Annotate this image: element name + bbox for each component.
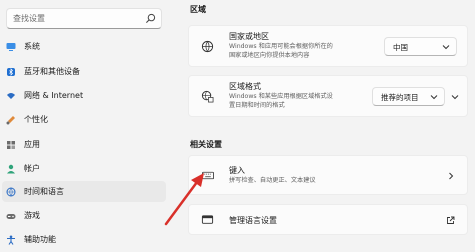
sidebar-item-personalization[interactable]: 个性化 (2, 109, 166, 130)
chevron-down-icon (430, 95, 438, 100)
country-region-value: 中国 (393, 43, 408, 52)
sidebar-item-accounts[interactable]: 帐户 (2, 158, 166, 179)
typing-card[interactable]: 键入 拼写检查、自动更正、文本建议 (188, 155, 468, 195)
sidebar-item-bluetooth[interactable]: 蓝牙和其他设备 (2, 61, 166, 82)
monitor-icon (6, 42, 16, 52)
sidebar-item-label: 系统 (24, 42, 40, 51)
brush-icon (6, 115, 16, 125)
country-region-desc-line1: Windows 和应用可能会根据你所在的 (229, 43, 333, 50)
regional-format-dropdown[interactable]: 推荐的项目 (372, 87, 445, 106)
country-region-desc-line2: 国家或地区向你提供本地内容 (229, 52, 310, 59)
country-region-title: 国家或地区 (229, 32, 269, 41)
sidebar-item-network[interactable]: 网络 & Internet (2, 85, 166, 106)
sidebar-item-system[interactable]: 系统 (2, 36, 166, 57)
sidebar-item-label: 应用 (24, 140, 40, 149)
sidebar-item-time-language[interactable]: 时间和语言 (2, 181, 166, 202)
regional-format-icon (201, 90, 214, 103)
regional-format-desc-line1: Windows 和某些应用根据区域格式设 (229, 93, 333, 100)
country-region-dropdown[interactable]: 中国 (384, 37, 457, 56)
sidebar-item-label: 辅助功能 (24, 235, 56, 244)
sidebar-item-label: 网络 & Internet (24, 91, 84, 100)
sidebar-item-label: 帐户 (24, 164, 40, 173)
sidebar-item-accessibility[interactable]: 辅助功能 (2, 229, 166, 250)
admin-language-card[interactable]: 管理语言设置 (188, 204, 468, 235)
gamepad-icon (6, 211, 16, 221)
annotation-arrow (164, 173, 204, 226)
chevron-right-icon (449, 172, 454, 180)
regional-format-value: 推荐的项目 (381, 93, 419, 102)
typing-desc: 拼写检查、自动更正、文本建议 (229, 177, 316, 184)
person-icon (6, 164, 16, 174)
typing-title: 键入 (229, 166, 245, 175)
regional-format-card: 区域格式 Windows 和某些应用根据区域格式设 置日期和时间的格式 推荐的项… (188, 75, 468, 117)
chevron-down-icon (442, 45, 450, 50)
sidebar: 系统 蓝牙和其他设备 网络 & Internet 个性化 应用 帐户 (0, 0, 172, 252)
expand-chevron-icon[interactable] (451, 93, 459, 101)
sidebar-item-apps[interactable]: 应用 (2, 134, 166, 155)
sidebar-item-label: 时间和语言 (24, 187, 64, 196)
bluetooth-icon (6, 67, 16, 77)
wifi-icon (6, 91, 16, 101)
search-box[interactable] (6, 8, 162, 29)
sidebar-item-gaming[interactable]: 游戏 (2, 205, 166, 226)
sidebar-item-label: 蓝牙和其他设备 (24, 67, 80, 76)
sidebar-item-label: 个性化 (24, 115, 48, 124)
region-section-title: 区域 (190, 5, 206, 14)
accessibility-icon (6, 235, 16, 245)
globe-clock-icon (6, 187, 16, 197)
globe-icon (201, 40, 214, 53)
external-link-icon (447, 216, 455, 224)
apps-icon (6, 140, 16, 150)
related-settings-title: 相关设置 (190, 140, 222, 149)
regional-format-desc-line2: 置日期和时间的格式 (229, 102, 285, 109)
main-content: 区域 国家或地区 Windows 和应用可能会根据你所在的 国家或地区向你提供本… (180, 0, 475, 252)
regional-format-title: 区域格式 (229, 82, 261, 91)
search-input[interactable] (13, 11, 141, 26)
sidebar-item-label: 游戏 (24, 211, 40, 220)
country-region-card: 国家或地区 Windows 和应用可能会根据你所在的 国家或地区向你提供本地内容… (188, 25, 468, 67)
search-icon[interactable] (145, 13, 156, 24)
admin-language-title: 管理语言设置 (229, 216, 277, 225)
